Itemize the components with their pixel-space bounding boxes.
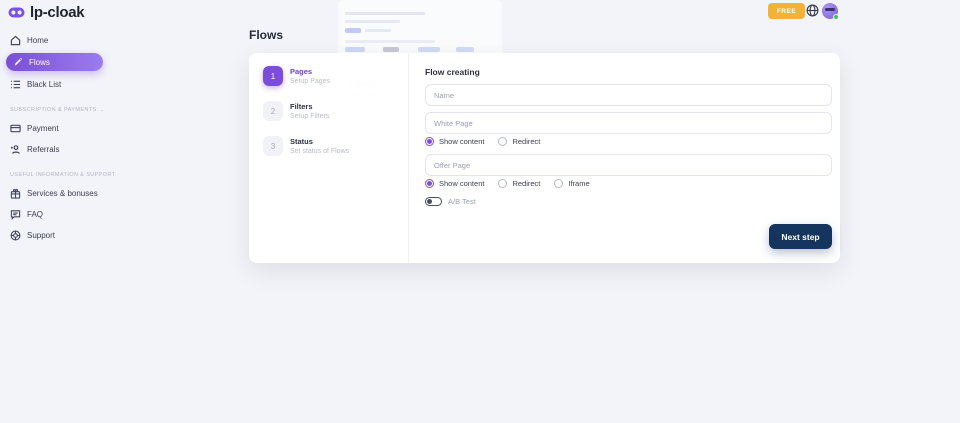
next-step-button[interactable]: Next step — [769, 224, 832, 249]
sidebar-item-label: Referrals — [27, 145, 59, 154]
step-subtitle: Setup Filters — [290, 113, 329, 120]
online-status-dot — [833, 14, 839, 20]
sidebar-item-label: Services & bonuses — [27, 189, 98, 198]
list-icon — [10, 79, 21, 90]
logo-text: lp-cloak — [30, 4, 84, 21]
sidebar-item-black-list[interactable]: Black List — [0, 74, 103, 95]
modal-title: Flow creating — [425, 67, 480, 77]
name-input[interactable] — [425, 84, 832, 106]
chat-bubble-icon — [10, 209, 21, 220]
sidebar-section-support: USEFUL INFORMATION & SUPPORT — [0, 169, 103, 181]
sidebar-item-home[interactable]: Home — [0, 30, 103, 51]
section-divider — [101, 110, 103, 111]
language-globe-icon[interactable] — [806, 4, 819, 17]
radio-circle-icon — [554, 179, 563, 188]
home-icon — [10, 35, 21, 46]
white-page-input[interactable] — [425, 112, 832, 134]
step-title: Filters — [290, 101, 329, 111]
radio-show-content[interactable]: Show content — [425, 137, 484, 146]
modal-divider — [408, 53, 409, 263]
step-title: Status — [290, 136, 349, 146]
step-number-badge: 1 — [263, 66, 283, 86]
step-subtitle: Set status of Flows — [290, 148, 349, 155]
topbar: lp-cloak FREE — [0, 0, 960, 22]
page-title: Flows — [249, 28, 283, 42]
ab-test-toggle-row: A/B Test — [425, 196, 476, 206]
section-label: SUBSCRIPTION & PAYMENTS — [10, 107, 97, 113]
sidebar-item-label: Home — [27, 36, 48, 45]
ab-test-toggle[interactable] — [425, 197, 442, 206]
app-logo: lp-cloak — [8, 4, 84, 21]
user-avatar[interactable] — [822, 3, 838, 19]
step-subtitle: Setup Pages — [290, 78, 330, 85]
sidebar-item-faq[interactable]: FAQ — [0, 204, 103, 225]
radio-show-content[interactable]: Show content — [425, 179, 484, 188]
step-title: Pages — [290, 66, 330, 76]
gift-icon — [10, 188, 21, 199]
step-number-badge: 3 — [263, 136, 283, 156]
sidebar: Home Flows Black List SUBSCRIPTION & PAY… — [0, 30, 103, 246]
radio-redirect[interactable]: Redirect — [498, 137, 540, 146]
radio-circle-icon — [425, 179, 434, 188]
radio-circle-icon — [498, 179, 507, 188]
offer-page-radio-group: Show content Redirect Iframe — [425, 178, 590, 188]
sidebar-item-payment[interactable]: Payment — [0, 118, 103, 139]
ab-test-label: A/B Test — [448, 197, 476, 206]
sidebar-item-services-bonuses[interactable]: Services & bonuses — [0, 183, 103, 204]
sidebar-item-label: Support — [27, 231, 55, 240]
mask-logo-icon — [8, 7, 25, 18]
toggle-knob — [427, 199, 432, 204]
radio-iframe[interactable]: Iframe — [554, 179, 589, 188]
sidebar-item-label: FAQ — [27, 210, 43, 219]
step-pages[interactable]: 1 Pages Setup Pages — [263, 66, 330, 86]
referrals-person-icon — [10, 144, 21, 155]
flows-icon — [12, 57, 23, 68]
white-page-radio-group: Show content Redirect — [425, 136, 540, 146]
sidebar-item-support[interactable]: Support — [0, 225, 103, 246]
radio-circle-icon — [425, 137, 434, 146]
radio-redirect[interactable]: Redirect — [498, 179, 540, 188]
sidebar-section-subscription: SUBSCRIPTION & PAYMENTS — [0, 104, 103, 116]
credit-card-icon — [10, 123, 21, 134]
lifebuoy-icon — [10, 230, 21, 241]
flow-creating-modal: 1 Pages Setup Pages 2 Filters Setup Filt… — [249, 53, 840, 263]
step-number-badge: 2 — [263, 101, 283, 121]
avatar-sunglasses — [825, 8, 835, 11]
sidebar-item-label: Black List — [27, 80, 61, 89]
step-status[interactable]: 3 Status Set status of Flows — [263, 136, 349, 156]
section-label: USEFUL INFORMATION & SUPPORT — [10, 172, 116, 178]
sidebar-item-label: Payment — [27, 124, 59, 133]
free-plan-button[interactable]: FREE — [768, 3, 805, 19]
sidebar-item-referrals[interactable]: Referrals — [0, 139, 103, 160]
offer-page-input[interactable] — [425, 154, 832, 176]
sidebar-item-label: Flows — [29, 58, 50, 67]
radio-circle-icon — [498, 137, 507, 146]
step-filters[interactable]: 2 Filters Setup Filters — [263, 101, 329, 121]
sidebar-item-flows[interactable]: Flows — [6, 53, 103, 71]
